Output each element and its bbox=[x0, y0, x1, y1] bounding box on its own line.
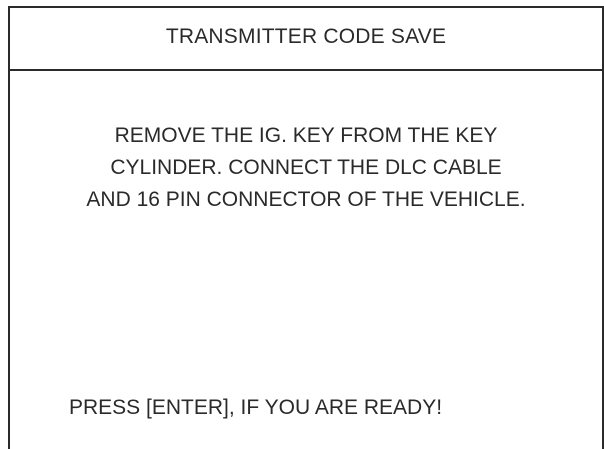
screen-title: TRANSMITTER CODE SAVE bbox=[165, 24, 447, 48]
instruction-line-1: REMOVE THE IG. KEY FROM THE KEY bbox=[114, 124, 498, 147]
instruction-line-3: AND 16 PIN CONNECTOR OF THE VEHICLE. bbox=[86, 188, 526, 211]
instruction-text: REMOVE THE IG. KEY FROM THE KEY CYLINDER… bbox=[10, 120, 602, 216]
enter-prompt: PRESS [ENTER], IF YOU ARE READY! bbox=[69, 396, 443, 419]
diagnostic-screen: TRANSMITTER CODE SAVE REMOVE THE IG. KEY… bbox=[8, 6, 604, 449]
instruction-line-2: CYLINDER. CONNECT THE DLC CABLE bbox=[110, 156, 502, 179]
title-bar: TRANSMITTER CODE SAVE bbox=[10, 8, 602, 71]
